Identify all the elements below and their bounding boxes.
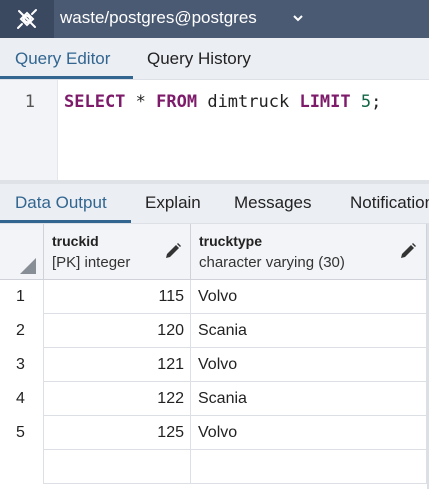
cell-trucktype[interactable]: Volvo	[191, 416, 427, 450]
tab-query-history[interactable]: Query History	[147, 38, 251, 80]
table-row[interactable]: 2 120 Scania	[0, 314, 429, 348]
cell-trucktype[interactable]: Scania	[191, 382, 427, 416]
column-name: trucktype	[199, 233, 263, 249]
row-number[interactable]: 2	[0, 314, 44, 348]
cell-truckid[interactable]: 125	[44, 416, 191, 450]
column-type: character varying (30)	[199, 254, 345, 271]
empty-cell	[44, 450, 191, 484]
line-number: 1	[24, 92, 35, 112]
chevron-down-icon[interactable]	[292, 12, 304, 24]
connection-label[interactable]: waste/postgres@postgres	[60, 8, 257, 28]
table-row[interactable]: 1 115 Volvo	[0, 280, 429, 314]
cell-truckid[interactable]: 120	[44, 314, 191, 348]
sql-token-plain: ;	[371, 92, 382, 112]
grid-header-row: truckid [PK] integer trucktype character…	[0, 224, 429, 280]
column-type: [PK] integer	[52, 254, 131, 271]
active-output-tab-indicator	[0, 220, 131, 223]
tab-data-output[interactable]: Data Output	[15, 184, 107, 223]
cell-truckid[interactable]: 121	[44, 348, 191, 382]
editor-tab-bar: Query Editor Query History	[0, 38, 429, 80]
connection-bar: waste/postgres@postgres	[0, 0, 429, 38]
connection-status-button[interactable]	[0, 0, 54, 38]
corner-triangle-icon	[20, 258, 36, 274]
edit-pencil-icon[interactable]	[163, 241, 183, 261]
sql-token-kw: SELECT	[64, 92, 126, 112]
column-header-truckid[interactable]: truckid [PK] integer	[44, 224, 191, 280]
query-editor[interactable]: 1 SELECT * FROM dimtruck LIMIT 5;	[0, 80, 429, 180]
sql-token-plain	[351, 92, 361, 112]
empty-row	[0, 450, 429, 484]
sql-token-kw: LIMIT	[299, 92, 351, 112]
row-number[interactable]: 4	[0, 382, 44, 416]
cell-trucktype[interactable]: Volvo	[191, 348, 427, 382]
cell-trucktype[interactable]: Scania	[191, 314, 427, 348]
active-tab-indicator	[0, 76, 133, 79]
result-grid: truckid [PK] integer trucktype character…	[0, 224, 429, 489]
tab-messages[interactable]: Messages	[234, 184, 311, 223]
table-row[interactable]: 5 125 Volvo	[0, 416, 429, 450]
row-number[interactable]: 3	[0, 348, 44, 382]
cell-truckid[interactable]: 115	[44, 280, 191, 314]
select-all-corner[interactable]	[0, 224, 44, 280]
column-header-trucktype[interactable]: trucktype character varying (30)	[191, 224, 427, 280]
tab-query-editor[interactable]: Query Editor	[15, 38, 110, 80]
edit-pencil-icon[interactable]	[398, 241, 418, 261]
sql-token-plain: dimtruck	[197, 92, 300, 112]
table-row[interactable]: 4 122 Scania	[0, 382, 429, 416]
tab-explain[interactable]: Explain	[145, 184, 201, 223]
sql-token-plain: *	[125, 92, 157, 112]
sql-token-kw: FROM	[156, 92, 198, 112]
empty-cell	[0, 450, 44, 484]
cell-truckid[interactable]: 122	[44, 382, 191, 416]
row-number[interactable]: 5	[0, 416, 44, 450]
connection-plug-icon	[17, 9, 37, 29]
sql-token-num: 5	[360, 92, 372, 112]
tab-notifications[interactable]: Notifications	[350, 184, 429, 223]
table-row[interactable]: 3 121 Volvo	[0, 348, 429, 382]
cell-trucktype[interactable]: Volvo	[191, 280, 427, 314]
column-name: truckid	[52, 233, 99, 249]
sql-code-line[interactable]: SELECT * FROM dimtruck LIMIT 5;	[64, 92, 381, 112]
row-number[interactable]: 1	[0, 280, 44, 314]
empty-cell	[191, 450, 427, 484]
output-tab-bar: Data Output Explain Messages Notificatio…	[0, 184, 429, 224]
line-gutter: 1	[0, 80, 58, 180]
